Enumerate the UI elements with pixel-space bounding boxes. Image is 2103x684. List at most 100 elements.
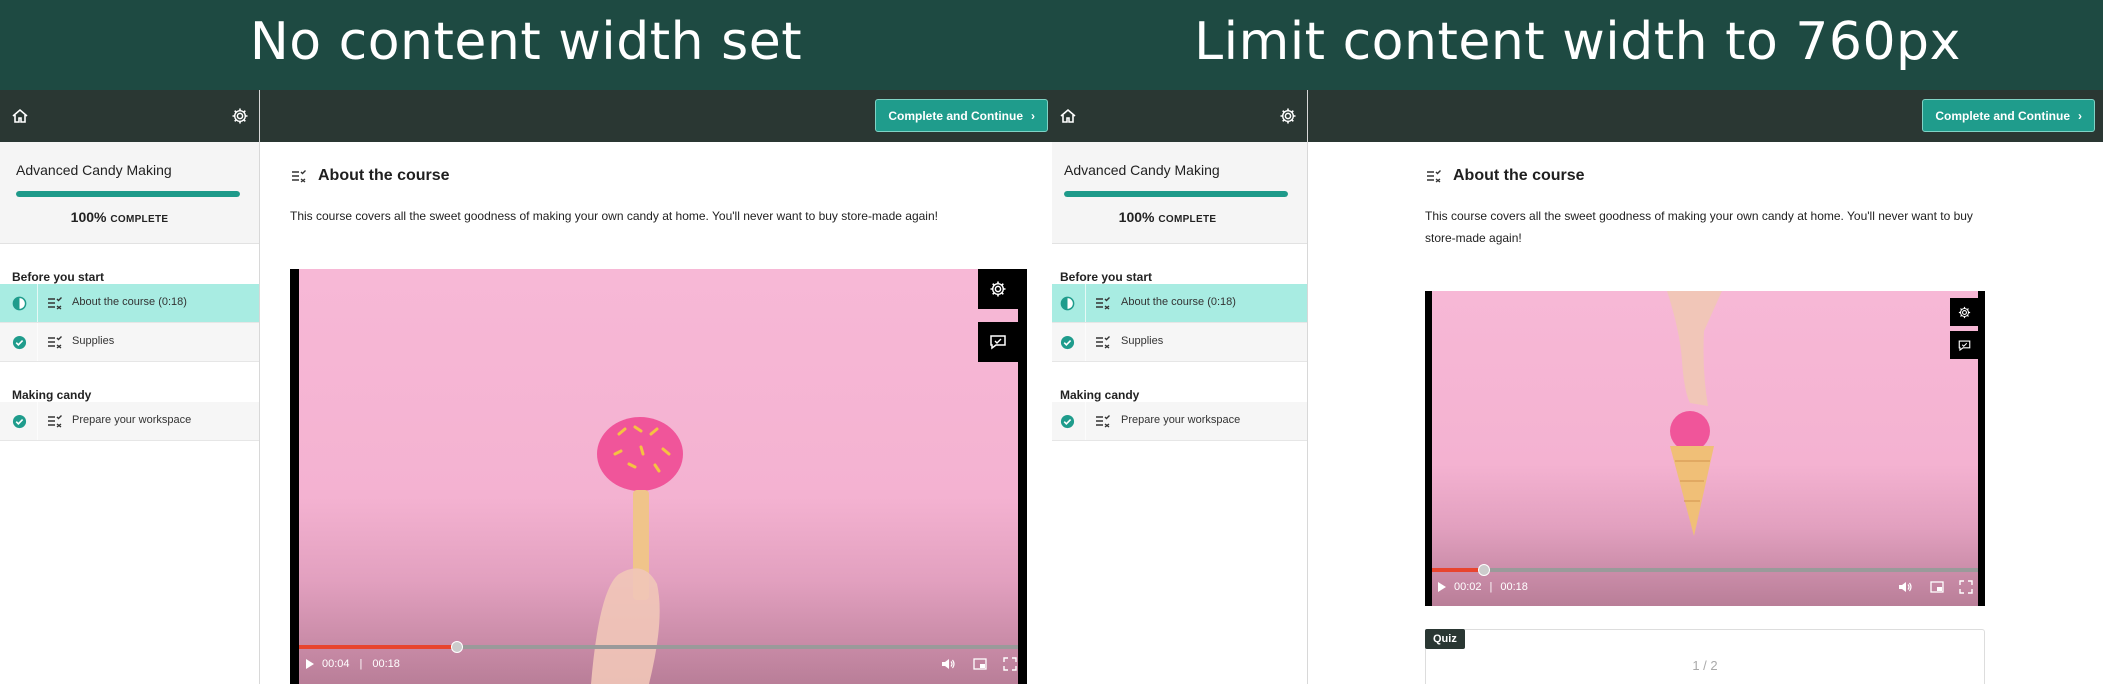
quiz-counter: 1 / 2 <box>1692 658 1718 673</box>
video-frame[interactable] <box>1432 291 1978 606</box>
lesson-item[interactable]: Supplies <box>1052 323 1307 362</box>
fullscreen-icon[interactable] <box>1003 657 1017 671</box>
play-icon[interactable] <box>303 657 317 671</box>
picture-in-picture-icon[interactable] <box>1930 580 1944 594</box>
video-settings-button[interactable] <box>978 269 1018 309</box>
banner-title: No content width set <box>249 12 803 72</box>
comparison-panel-760px: Limit content width to 760px Advanced Ca… <box>1052 0 2103 684</box>
checklist-icon <box>292 170 306 183</box>
volume-icon[interactable] <box>1898 580 1912 594</box>
gear-icon[interactable] <box>230 106 250 126</box>
volume-icon[interactable] <box>941 657 955 671</box>
checklist-icon <box>48 297 62 310</box>
video-settings-button[interactable] <box>1950 298 1978 326</box>
time-separator: | <box>359 658 363 670</box>
cta-label: Complete and Continue <box>1935 108 2070 123</box>
lesson-divider <box>37 323 38 361</box>
checklist-icon <box>1427 170 1441 183</box>
checklist-icon <box>1096 415 1110 428</box>
lesson-description: This course covers all the sweet goodnes… <box>1425 209 1973 245</box>
course-title: Advanced Candy Making <box>16 162 172 178</box>
sidebar-toolbar <box>0 90 259 142</box>
progress-percent: 100% <box>70 209 107 225</box>
lesson-label: Supplies <box>1121 335 1164 347</box>
check-circle-icon <box>12 335 27 350</box>
checklist-icon <box>1096 297 1110 310</box>
course-progress-card: Advanced Candy Making 100% COMPLETE <box>1052 142 1307 244</box>
quiz-card: Quiz 1 / 2 <box>1425 629 1985 684</box>
complete-and-continue-button[interactable]: Complete and Continue › <box>875 99 1048 132</box>
progress-bar <box>1064 191 1288 197</box>
video-scrubber-played <box>1432 568 1484 572</box>
progress-label: COMPLETE <box>1158 214 1217 225</box>
section-title: Making candy <box>1060 388 1140 402</box>
half-circle-icon <box>1060 296 1075 311</box>
section-title: Before you start <box>1060 270 1153 284</box>
home-icon[interactable] <box>10 106 30 126</box>
lesson-item[interactable]: About the course (0:18) <box>1052 284 1307 323</box>
video-current-time: 00:02 <box>1454 581 1482 593</box>
lesson-title: About the course <box>318 167 450 184</box>
banner-title: Limit content width to 760px <box>1194 12 1961 72</box>
lesson-divider <box>1085 284 1086 322</box>
comparison-panel-no-width: No content width set Advanced Candy Maki… <box>0 0 1052 684</box>
progress-bar-fill <box>16 191 240 197</box>
video-time: 00:04 | 00:18 <box>322 658 400 670</box>
picture-in-picture-icon[interactable] <box>973 657 987 671</box>
lesson-item[interactable]: Prepare your workspace <box>1052 402 1307 441</box>
gear-icon[interactable] <box>1278 106 1298 126</box>
lesson-label: About the course (0:18) <box>1121 296 1236 308</box>
section-title: Before you start <box>12 270 105 284</box>
sidebar-toolbar <box>1052 90 1307 142</box>
lesson-topbar: Complete and Continue › <box>260 90 1052 142</box>
course-title: Advanced Candy Making <box>1064 162 1220 178</box>
captions-icon <box>1958 339 1970 351</box>
lesson-item[interactable]: About the course (0:18) <box>0 284 259 323</box>
lesson-label: Supplies <box>72 335 115 347</box>
lesson-label: Prepare your workspace <box>72 414 192 426</box>
lesson-main: Complete and Continue › About the course… <box>1308 90 2103 684</box>
progress-text: 100% COMPLETE <box>0 209 239 225</box>
gear-icon <box>990 281 1006 297</box>
progress-percent: 100% <box>1118 209 1155 225</box>
lesson-title: About the course <box>1453 167 1585 184</box>
checklist-icon <box>48 415 62 428</box>
home-icon[interactable] <box>1058 106 1078 126</box>
progress-text: 100% COMPLETE <box>1052 209 1283 225</box>
course-sidebar: Advanced Candy Making 100% COMPLETE Befo… <box>0 90 260 684</box>
lesson-divider <box>37 402 38 440</box>
video-captions-button[interactable] <box>1950 331 1978 359</box>
play-icon[interactable] <box>1435 580 1449 594</box>
video-player[interactable]: 00:04 | 00:18 <box>290 269 1027 684</box>
check-circle-icon <box>1060 335 1075 350</box>
lesson-divider <box>1085 323 1086 361</box>
lesson-topbar: Complete and Continue › <box>1308 90 2103 142</box>
lesson-item[interactable]: Supplies <box>0 323 259 362</box>
banner: Limit content width to 760px <box>1052 0 2103 90</box>
video-current-time: 00:04 <box>322 658 350 670</box>
cta-label: Complete and Continue <box>888 108 1023 123</box>
video-scrubber[interactable] <box>1432 564 1978 576</box>
lesson-header: About the course <box>1425 166 1585 186</box>
course-sidebar: Advanced Candy Making 100% COMPLETE Befo… <box>1052 90 1308 684</box>
fullscreen-icon[interactable] <box>1959 580 1973 594</box>
captions-icon <box>990 335 1006 350</box>
video-player[interactable]: 00:02 | 00:18 <box>1425 291 1985 606</box>
video-frame[interactable] <box>299 269 1018 684</box>
check-circle-icon <box>1060 414 1075 429</box>
half-circle-icon <box>12 296 27 311</box>
lesson-header: About the course <box>290 166 450 186</box>
progress-bar-fill <box>1064 191 1288 197</box>
video-scrubber[interactable] <box>299 641 1018 653</box>
chevron-right-icon: › <box>2078 108 2082 123</box>
lesson-item[interactable]: Prepare your workspace <box>0 402 259 441</box>
video-duration: 00:18 <box>372 658 400 670</box>
progress-label: COMPLETE <box>110 214 169 225</box>
check-circle-icon <box>12 414 27 429</box>
progress-bar <box>16 191 240 197</box>
video-captions-button[interactable] <box>978 322 1018 362</box>
complete-and-continue-button[interactable]: Complete and Continue › <box>1922 99 2095 132</box>
lesson-label: Prepare your workspace <box>1121 414 1241 426</box>
video-scrubber-handle[interactable] <box>1477 564 1490 576</box>
lesson-divider <box>1085 402 1086 440</box>
